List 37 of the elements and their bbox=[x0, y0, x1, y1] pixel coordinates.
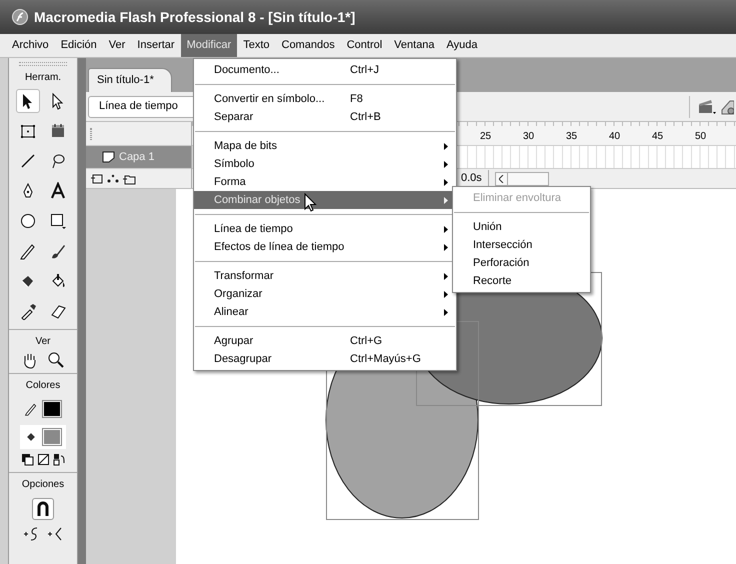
menu-item[interactable]: Ventana bbox=[388, 34, 441, 57]
menu-item[interactable]: Ayuda bbox=[440, 34, 484, 57]
menu-item[interactable]: Organizar bbox=[194, 285, 456, 303]
menu-item[interactable]: Perforación bbox=[453, 254, 590, 272]
menu-item[interactable]: Edición bbox=[54, 34, 103, 57]
menu-item[interactable]: Archivo bbox=[6, 34, 55, 57]
menu-item[interactable]: Recorte bbox=[453, 272, 590, 290]
menu-item[interactable]: Unión bbox=[453, 218, 590, 236]
frame-number: 45 bbox=[652, 130, 664, 144]
frame-number: 25 bbox=[480, 130, 492, 144]
menu-item[interactable]: Texto bbox=[237, 34, 276, 57]
menu-item[interactable]: Control bbox=[340, 34, 388, 57]
menu-item[interactable]: Alinear bbox=[194, 303, 456, 321]
section-title: Colores bbox=[26, 379, 60, 393]
section-title: Ver bbox=[35, 335, 50, 349]
menu-item[interactable]: Transformar bbox=[194, 267, 456, 285]
menu-item[interactable]: Ver bbox=[102, 34, 132, 57]
menu-item[interactable]: Línea de tiempo bbox=[194, 220, 456, 238]
menu-item[interactable]: Intersección bbox=[453, 236, 590, 254]
section-title: Opciones bbox=[22, 478, 64, 492]
menu-item[interactable]: Insertar bbox=[131, 34, 181, 57]
menu-item[interactable]: Mapa de bits bbox=[194, 137, 456, 155]
frame-number: 35 bbox=[566, 130, 578, 144]
frame-number: 40 bbox=[609, 130, 620, 144]
menu-item[interactable]: Desagrupar Ctrl+Mayús+G bbox=[194, 350, 456, 368]
frame-number: 30 bbox=[523, 130, 534, 144]
window-title: Macromedia Flash Professional 8 - [Sin título-1*] bbox=[34, 8, 356, 27]
panel-title: Herram. bbox=[24, 71, 62, 85]
document-tab[interactable]: Sin título-1* bbox=[88, 68, 172, 92]
menu-item[interactable]: Forma bbox=[194, 173, 456, 191]
menu-item[interactable]: Agrupar Ctrl+G bbox=[194, 332, 456, 350]
menu-item[interactable]: Símbolo bbox=[194, 155, 456, 173]
menu-item[interactable]: Comandos bbox=[276, 34, 341, 57]
menu-item[interactable]: Modificar bbox=[180, 34, 238, 57]
menu-item[interactable]: Efectos de línea de tiempo bbox=[194, 238, 456, 256]
frame-number: 50 bbox=[695, 130, 706, 144]
menu-item[interactable]: Documento... Ctrl+J bbox=[194, 61, 456, 79]
